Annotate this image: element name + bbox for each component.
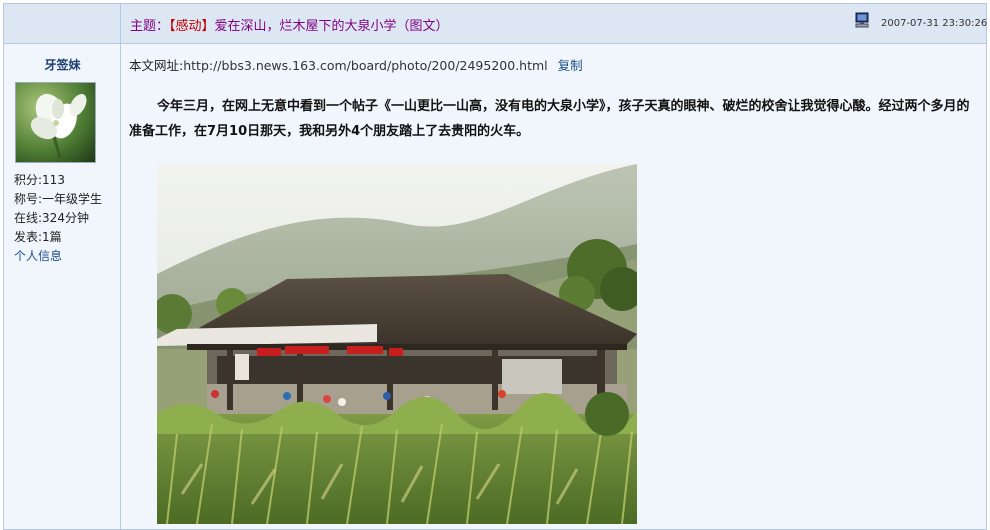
post-content: 本文网址:http://bbs3.news.163.com/board/phot… (121, 44, 986, 529)
article-url-line: 本文网址:http://bbs3.news.163.com/board/phot… (129, 55, 583, 74)
post-paragraph: 今年三月，在网上无意中看到一个帖子《一山更比一山高，没有电的大泉小学》，孩子天真… (129, 99, 970, 139)
post-timestamp: 2007-07-31 23:30:26 (881, 18, 988, 29)
copy-button[interactable]: 复制 (558, 58, 583, 73)
header-left-cell (4, 4, 121, 44)
post-header: 主题：【感动】爱在深山，烂木屋下的大泉小学（图文） 2007-07-31 23:… (121, 4, 988, 44)
avatar (15, 82, 96, 163)
user-post-count: 发表:1篇 (14, 230, 62, 244)
subject-label: 主题： (130, 19, 170, 34)
post-subject: 主题：【感动】爱在深山，烂木屋下的大泉小学（图文） (130, 15, 449, 34)
username[interactable]: 牙签妹 (4, 56, 121, 73)
user-points: 积分:113 (14, 173, 65, 187)
forum-post: 主题：【感动】爱在深山，烂木屋下的大泉小学（图文） 2007-07-31 23:… (3, 3, 987, 530)
user-online-time: 在线:324分钟 (14, 211, 89, 225)
subject-title: 爱在深山，烂木屋下的大泉小学（图文） (214, 19, 449, 34)
article-url: http://bbs3.news.163.com/board/photo/200… (183, 58, 548, 73)
user-rank: 称号:一年级学生 (14, 192, 103, 206)
url-label: 本文网址: (129, 58, 184, 73)
subject-tag: 【感动】 (169, 19, 215, 34)
village-school-photo (157, 164, 637, 524)
profile-link[interactable]: 个人信息 (14, 247, 102, 266)
user-sidebar: 牙签妹 积分:113 称号:一年级学生 在线:324分钟 发表:1篇 个人信息 (4, 44, 121, 529)
computer-icon[interactable] (854, 12, 870, 28)
user-stats: 积分:113 称号:一年级学生 在线:324分钟 发表:1篇 个人信息 (14, 171, 102, 266)
